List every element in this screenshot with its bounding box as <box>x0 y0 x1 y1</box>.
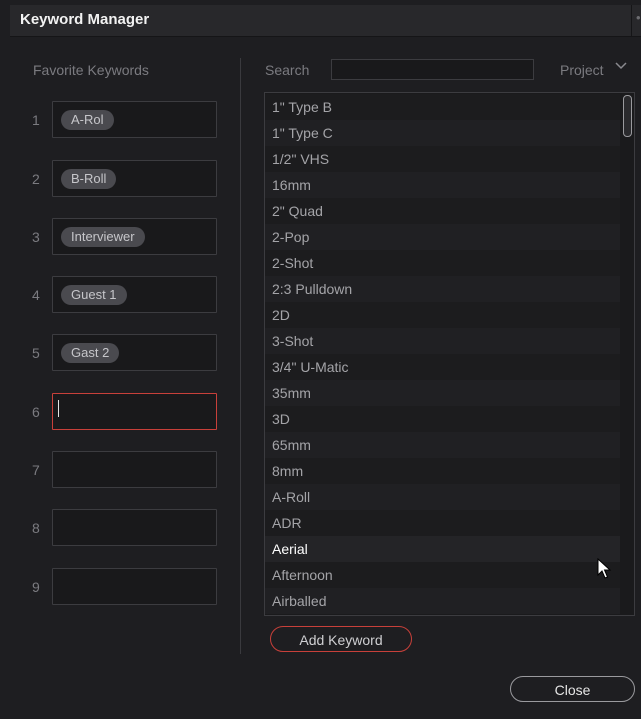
slot-number: 6 <box>32 404 40 420</box>
slot-number: 3 <box>32 229 40 245</box>
keyword-item[interactable]: 1" Type B <box>265 94 620 120</box>
more-options-icon[interactable]: •• <box>636 10 641 25</box>
column-divider <box>240 58 241 654</box>
favorite-field[interactable] <box>52 509 217 546</box>
title-separator <box>631 5 632 36</box>
keyword-item[interactable]: 3-Shot <box>265 328 620 354</box>
scrollbar-thumb[interactable] <box>623 95 632 137</box>
slot-number: 4 <box>32 287 40 303</box>
window-title: Keyword Manager <box>20 11 150 28</box>
keyword-item[interactable]: 3D <box>265 406 620 432</box>
favorite-slot-8: 8 <box>0 509 240 547</box>
keyword-item[interactable]: ADR <box>265 510 620 536</box>
search-label: Search <box>265 62 310 78</box>
favorite-slot-3: 3 Interviewer <box>0 218 240 256</box>
favorite-field-active[interactable] <box>52 393 217 430</box>
chevron-down-icon[interactable] <box>614 60 628 72</box>
favorite-field[interactable]: Interviewer <box>52 218 217 255</box>
favorite-slot-7: 7 <box>0 451 240 489</box>
keyword-item[interactable]: 1/2" VHS <box>265 146 620 172</box>
slot-number: 5 <box>32 345 40 361</box>
favorite-slot-9: 9 <box>0 568 240 606</box>
favorite-slot-2: 2 B-Roll <box>0 160 240 198</box>
favorite-keywords-heading: Favorite Keywords <box>33 62 149 78</box>
favorite-field[interactable]: Guest 1 <box>52 276 217 313</box>
keyword-list[interactable]: 1" Type B 1" Type C 1/2" VHS 16mm 2" Quad 2-P… <box>264 92 635 616</box>
keyword-item[interactable]: 8mm <box>265 458 620 484</box>
keyword-tag[interactable]: A-Rol <box>61 110 114 130</box>
slot-number: 9 <box>32 579 40 595</box>
keyword-item[interactable]: 2:3 Pulldown <box>265 276 620 302</box>
mouse-pointer-icon <box>597 558 612 579</box>
favorite-field[interactable] <box>52 568 217 605</box>
favorite-field[interactable]: Gast 2 <box>52 334 217 371</box>
keyword-item[interactable]: 2-Pop <box>265 224 620 250</box>
keyword-item[interactable]: 2" Quad <box>265 198 620 224</box>
slot-number: 1 <box>32 112 40 128</box>
favorite-slot-4: 4 Guest 1 <box>0 276 240 314</box>
keyword-item[interactable]: Afternoon <box>265 562 620 588</box>
favorite-field[interactable]: B-Roll <box>52 160 217 197</box>
keyword-tag[interactable]: Guest 1 <box>61 285 127 305</box>
search-input[interactable] <box>331 59 534 80</box>
title-bar: Keyword Manager •• <box>10 5 641 37</box>
keyword-item[interactable]: Aerial <box>265 536 620 562</box>
keyword-item[interactable]: 3/4" U-Matic <box>265 354 620 380</box>
keyword-tag[interactable]: Interviewer <box>61 227 145 247</box>
keyword-item[interactable]: 2-Shot <box>265 250 620 276</box>
favorite-slot-1: 1 A-Rol <box>0 101 240 139</box>
keyword-item[interactable]: 2D <box>265 302 620 328</box>
favorite-field[interactable] <box>52 451 217 488</box>
keyword-list-items: 1" Type B 1" Type C 1/2" VHS 16mm 2" Quad 2-P… <box>265 94 634 614</box>
close-button[interactable]: Close <box>510 676 635 702</box>
keyword-tag[interactable]: Gast 2 <box>61 343 120 363</box>
keyword-tag[interactable]: B-Roll <box>61 169 117 189</box>
scope-dropdown-label[interactable]: Project <box>560 62 604 78</box>
keyword-item[interactable]: 1" Type C <box>265 120 620 146</box>
slot-number: 2 <box>32 171 40 187</box>
slot-number: 7 <box>32 462 40 478</box>
add-keyword-button[interactable]: Add Keyword <box>270 626 412 652</box>
favorite-slot-6: 6 <box>0 393 240 431</box>
keyword-item[interactable]: 35mm <box>265 380 620 406</box>
keyword-item[interactable]: 65mm <box>265 432 620 458</box>
favorite-slot-5: 5 Gast 2 <box>0 334 240 372</box>
keyword-item[interactable]: 16mm <box>265 172 620 198</box>
favorite-field[interactable]: A-Rol <box>52 101 217 138</box>
keyword-item[interactable]: A-Roll <box>265 484 620 510</box>
text-caret <box>58 400 59 417</box>
keyword-item[interactable]: Airballed <box>265 588 620 614</box>
slot-number: 8 <box>32 520 40 536</box>
